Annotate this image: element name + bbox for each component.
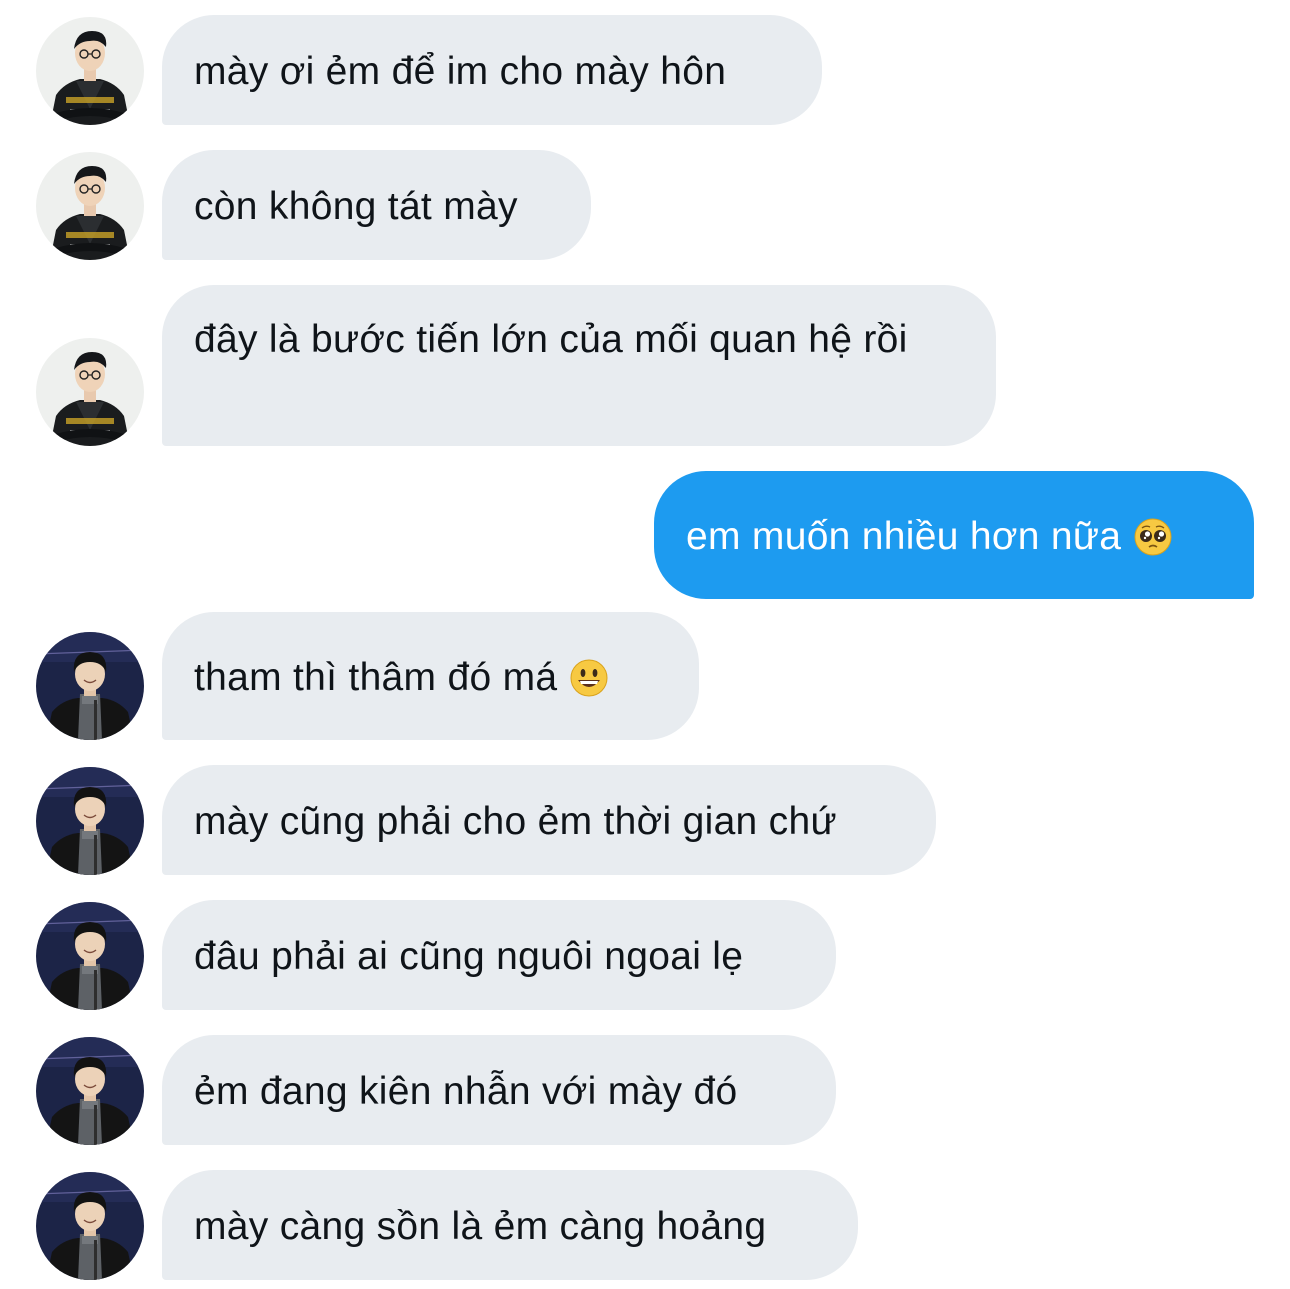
message-text: đây là bước tiến lớn của mối quan hệ rồi (194, 318, 908, 361)
message-bubble-incoming[interactable]: đây là bước tiến lớn của mối quan hệ rồi (162, 285, 996, 446)
message-bubble-incoming[interactable]: còn không tát mày (162, 150, 591, 260)
message-bubble-incoming[interactable]: tham thì thâm đó má (162, 612, 699, 740)
message-row: mày càng sồn là ẻm càng hoảng (0, 1170, 1290, 1280)
message-bubble-incoming[interactable]: mày ơi ẻm để im cho mày hôn (162, 15, 822, 125)
contact-avatar[interactable] (36, 1172, 144, 1280)
message-text: tham thì thâm đó má (194, 655, 558, 699)
message-text: mày ơi ẻm để im cho mày hôn (194, 49, 727, 93)
grinning-face-emoji (569, 658, 609, 698)
message-bubble-incoming[interactable]: đâu phải ai cũng nguôi ngoai lẹ (162, 900, 836, 1010)
message-text: mày cũng phải cho ẻm thời gian chứ (194, 799, 837, 843)
message-text: đâu phải ai cũng nguôi ngoai lẹ (194, 934, 744, 978)
message-bubble-incoming[interactable]: ẻm đang kiên nhẫn với mày đó (162, 1035, 836, 1145)
pleading-face-emoji (1133, 517, 1173, 557)
contact-avatar[interactable] (36, 632, 144, 740)
message-row: em muốn nhiều hơn nữa (0, 471, 1290, 599)
message-text: còn không tát mày (194, 184, 518, 228)
message-bubble-incoming[interactable]: mày càng sồn là ẻm càng hoảng (162, 1170, 858, 1280)
message-bubble-outgoing[interactable]: em muốn nhiều hơn nữa (654, 471, 1254, 599)
message-row: mày cũng phải cho ẻm thời gian chứ (0, 765, 1290, 875)
message-text: ẻm đang kiên nhẫn với mày đó (194, 1069, 738, 1113)
message-row: đây là bước tiến lớn của mối quan hệ rồi (0, 285, 1290, 446)
message-text: em muốn nhiều hơn nữa (686, 514, 1122, 558)
message-row: mày ơi ẻm để im cho mày hôn (0, 15, 1290, 125)
message-row: tham thì thâm đó má (0, 612, 1290, 740)
message-row: đâu phải ai cũng nguôi ngoai lẹ (0, 900, 1290, 1010)
message-row: ẻm đang kiên nhẫn với mày đó (0, 1035, 1290, 1145)
message-bubble-incoming[interactable]: mày cũng phải cho ẻm thời gian chứ (162, 765, 936, 875)
contact-avatar[interactable] (36, 152, 144, 260)
message-row: còn không tát mày (0, 150, 1290, 260)
message-text: mày càng sồn là ẻm càng hoảng (194, 1204, 767, 1248)
contact-avatar[interactable] (36, 1037, 144, 1145)
contact-avatar[interactable] (36, 902, 144, 1010)
contact-avatar[interactable] (36, 17, 144, 125)
contact-avatar[interactable] (36, 767, 144, 875)
contact-avatar[interactable] (36, 338, 144, 446)
